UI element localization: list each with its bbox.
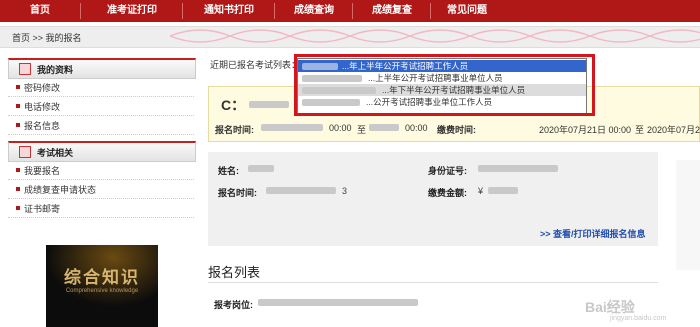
to-label: 至: [357, 125, 367, 135]
breadcrumb-text: 首页 >> 我的报名: [12, 33, 82, 43]
recent-exams-label: 近期已报名考试列表：: [210, 60, 301, 70]
sidebar-item-certificate-mail[interactable]: 证书邮寄: [8, 199, 194, 218]
bullet-icon: [16, 168, 20, 172]
registration-time-label: 报名时间:: [215, 125, 254, 135]
sidebar-item-change-phone[interactable]: 电话修改: [8, 97, 194, 116]
sidebar-item-label: 报名信息: [24, 121, 61, 131]
nav-divider: [274, 3, 275, 19]
exam-title: C：: [221, 97, 246, 113]
registration-time-start: 00:00: [329, 123, 352, 133]
divider: [208, 282, 658, 283]
registration-list-title: 报名列表: [208, 265, 261, 280]
sidebar-item-register[interactable]: 我要报名: [8, 161, 194, 180]
nav-admission-ticket[interactable]: 准考证打印: [82, 0, 182, 22]
sidebar-item-label: 密码修改: [24, 83, 61, 93]
id-number-label: 身份证号:: [428, 166, 467, 176]
sidebar-item-label: 证书邮寄: [24, 204, 61, 214]
nav-score-query[interactable]: 成绩查询: [276, 0, 352, 22]
right-decoration: [676, 160, 700, 270]
watermark-logo: Bai经验: [585, 299, 635, 315]
payment-time-end: 2020年07月24日: [647, 125, 700, 135]
bullet-icon: [16, 85, 20, 89]
sidebar-section-exam: 考试相关: [8, 141, 196, 162]
sidebar-section-title: 我的资料: [37, 65, 74, 75]
bullet-icon: [16, 187, 20, 191]
highlight-annotation-box: [294, 54, 595, 116]
sidebar-section-my-profile: 我的资料: [8, 58, 196, 79]
fee-label: 缴费金额:: [428, 188, 467, 198]
bullet-icon: [16, 206, 20, 210]
nav-divider: [80, 3, 81, 19]
bullet-icon: [16, 104, 20, 108]
redacted-text: [258, 299, 418, 306]
sidebar-item-registration-info[interactable]: 报名信息: [8, 116, 194, 135]
redacted-text: [266, 187, 336, 194]
registration-time-label: 报名时间:: [218, 188, 257, 198]
sidebar-item-label: 电话修改: [24, 102, 61, 112]
nav-notice-print[interactable]: 通知书打印: [184, 0, 274, 22]
watermark-url: jingyan.baidu.com: [610, 315, 667, 322]
payment-time-label: 缴费时间:: [437, 125, 476, 135]
fee-value: ¥: [478, 186, 484, 196]
sidebar-item-review-status[interactable]: 成绩复查申请状态: [8, 180, 194, 199]
name-label: 姓名:: [218, 166, 239, 176]
nav-divider: [182, 3, 183, 19]
redacted-text: [261, 124, 323, 131]
exam-icon: [19, 146, 31, 158]
redacted-text: [369, 124, 399, 131]
redacted-text: [478, 165, 558, 172]
position-label: 报考岗位:: [214, 300, 253, 310]
nav-faq[interactable]: 常见问题: [432, 0, 502, 22]
redacted-text: [249, 101, 289, 108]
sidebar-item-label: 我要报名: [24, 166, 61, 176]
nav-score-review[interactable]: 成绩复查: [354, 0, 430, 22]
profile-icon: [19, 63, 31, 75]
nav-divider: [430, 3, 431, 19]
bullet-icon: [16, 123, 20, 127]
sidebar-item-label: 成绩复查申请状态: [24, 185, 97, 195]
nav-home[interactable]: 首页: [0, 0, 80, 22]
payment-time-start: 2020年07月21日 00:00: [539, 125, 632, 135]
book-title: 综合知识: [64, 268, 140, 287]
book-subtitle: Comprehensive knowledge: [65, 288, 139, 294]
to-label: 至: [635, 125, 645, 135]
sidebar-item-change-password[interactable]: 密码修改: [8, 78, 194, 97]
book-cover-image: 综合知识 Comprehensive knowledge: [46, 245, 158, 327]
registration-time-end: 00:00: [405, 123, 428, 133]
breadcrumb-decoration: [170, 29, 700, 43]
registration-time-value: 3: [342, 186, 348, 196]
redacted-text: [248, 165, 274, 172]
sidebar-section-title: 考试相关: [37, 148, 74, 158]
top-nav-bar: 首页 准考证打印 通知书打印 成绩查询 成绩复查 常见问题: [0, 0, 700, 22]
view-print-details-link[interactable]: >> 查看/打印详细报名信息: [540, 227, 646, 240]
redacted-text: [488, 187, 518, 194]
nav-divider: [352, 3, 353, 19]
